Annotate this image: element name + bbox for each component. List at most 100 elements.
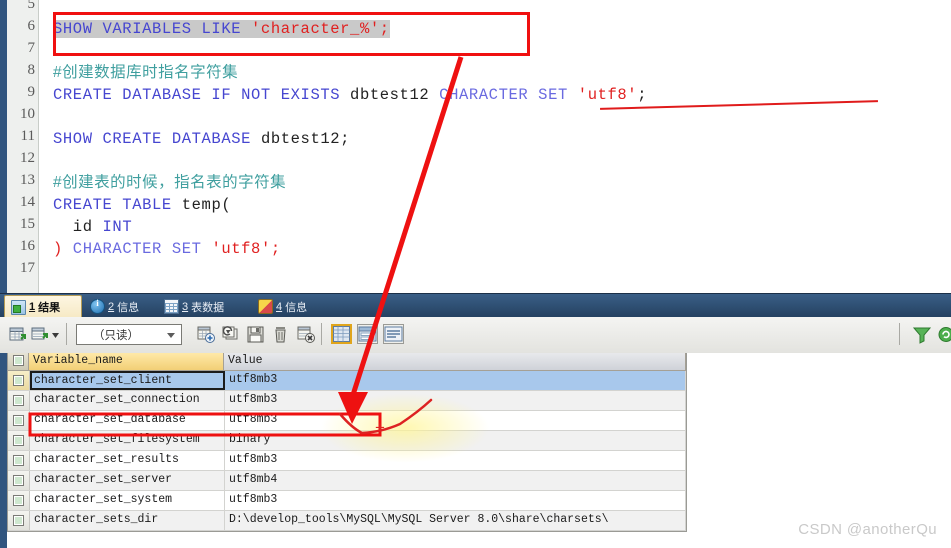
add-row-icon[interactable] [196,325,216,344]
cell-value[interactable]: utf8mb4 [225,471,686,490]
highlight-glow [320,393,490,463]
code-token: CHARACTER SET [62,240,212,258]
cell-value[interactable]: D:\develop_tools\MySQL\MySQL Server 8.0\… [225,511,686,530]
row-select-cell[interactable] [8,371,30,390]
cell-variable-name[interactable]: character_set_connection [30,391,225,410]
edit-mode-select[interactable]: （只读） [76,324,182,345]
code-line[interactable]: CREATE TABLE temp( [53,194,231,216]
table-row[interactable]: character_set_system utf8mb3 [8,491,686,511]
grid-header-variable_name[interactable]: Variable_name [29,353,224,370]
code-line[interactable]: CREATE DATABASE IF NOT EXISTS dbtest12 C… [53,84,647,106]
row-select-cell[interactable] [8,391,30,410]
grid-left-accent-bar [0,353,7,548]
result-data-grid[interactable]: Variable_name Value character_set_client ut… [0,353,951,548]
tab-table-data[interactable]: 3 表数据 [158,295,250,318]
cell-variable-name[interactable]: character_set_client [30,371,225,390]
line-number-gutter: 5 6 7 8 9 10 11 12 13 14 15 16 17 [7,0,39,293]
red-highlight-box-statement [53,12,530,56]
cell-value[interactable]: utf8mb3 [225,371,686,390]
row-checkbox[interactable] [13,515,24,526]
tab-label: 结果 [38,302,61,314]
table-row[interactable]: character_set_results utf8mb3 [8,451,686,471]
grid-view-icon[interactable] [331,324,352,344]
watermark-text: CSDN @anotherQu [798,521,937,538]
cell-variable-name[interactable]: character_set_results [30,451,225,470]
cell-variable-name[interactable]: character_set_filesystem [30,431,225,450]
row-checkbox[interactable] [13,475,24,486]
tab-result-grid[interactable]: 1 结果 [4,295,82,318]
code-token: 'utf8' [577,86,638,104]
code-token: #创建表的时候，指名表的字符集 [53,174,287,191]
code-token: 'utf8' [211,240,271,258]
code-token: id [53,218,103,236]
tab-info-circle[interactable]: 2信息 [84,295,156,318]
code-token: temp( [181,196,232,214]
row-select-cell[interactable] [8,431,30,450]
table-row[interactable]: character_set_client utf8mb3 [8,371,686,391]
filter-funnel-icon[interactable] [912,325,932,344]
cell-variable-name[interactable]: character_set_server [30,471,225,490]
toolbar-separator-2 [321,323,322,345]
tab-number: 1 [29,301,36,313]
form-view-icon[interactable] [357,324,378,344]
row-checkbox[interactable] [13,435,24,446]
info-circle-icon [90,298,105,314]
toolbar-separator-3 [899,323,900,345]
line-number: 16 [20,238,35,254]
tab-number: 3 [182,300,189,313]
refresh-icon[interactable] [938,325,951,344]
text-view-icon[interactable] [383,324,404,344]
line-number: 13 [20,172,35,188]
code-token: SHOW CREATE DATABASE [53,130,261,148]
row-select-cell[interactable] [8,511,30,530]
grid-toolbar[interactable]: （只读） [0,317,951,354]
sql-editor[interactable]: 5 6 7 8 9 10 11 12 13 14 15 16 17 SHOW VARIABLES LIK… [0,0,951,293]
row-select-cell[interactable] [8,491,30,510]
row-checkbox[interactable] [13,455,24,466]
row-checkbox[interactable] [13,395,24,406]
row-select-cell[interactable] [8,411,30,430]
row-checkbox[interactable] [13,415,24,426]
tab-label: 表数据 [191,301,225,314]
line-number: 9 [27,84,36,100]
code-line[interactable]: #创建数据库时指名字符集 [53,62,238,84]
select-all-header-cell[interactable] [8,353,29,370]
table-row[interactable]: character_sets_dir D:\develop_tools\MySQL… [8,511,686,531]
select-all-checkbox[interactable] [13,355,24,366]
tab-profile-info[interactable]: 4 信息 [252,295,324,318]
row-checkbox[interactable] [13,375,24,386]
code-line[interactable]: #创建表的时候，指名表的字符集 [53,172,286,194]
line-number: 15 [20,216,35,232]
tab-number: 4 [276,300,283,313]
save-row-icon[interactable] [246,325,266,344]
cancel-edit-icon[interactable] [296,325,316,344]
cell-variable-name[interactable]: character_set_database [30,411,225,430]
cell-variable-name[interactable]: character_sets_dir [30,511,225,530]
tab-number: 2 [108,300,115,313]
row-select-cell[interactable] [8,471,30,490]
duplicate-record-icon[interactable] [31,325,51,344]
row-checkbox[interactable] [13,495,24,506]
code-token: dbtest12; [260,130,351,148]
result-tab-bar[interactable]: 1结果2信息3表数据4信息 [0,293,951,318]
dropdown-arrow-icon[interactable] [50,325,61,344]
chevron-down-icon [167,333,175,338]
line-number: 14 [20,194,35,210]
insert-record-icon[interactable] [8,325,28,344]
code-line[interactable]: id INT [53,216,132,238]
row-select-cell[interactable] [8,451,30,470]
code-token: #创建数据库时指名字符集 [53,64,239,81]
table-row[interactable]: character_set_server utf8mb4 [8,471,686,491]
line-number: 5 [27,0,36,12]
cell-value[interactable]: utf8mb3 [225,491,686,510]
code-line[interactable]: SHOW CREATE DATABASE dbtest12; [53,128,350,150]
grid-header-value[interactable]: Value [224,353,686,370]
cell-variable-name[interactable]: character_set_system [30,491,225,510]
code-token: ; [637,86,648,104]
code-line[interactable]: ) CHARACTER SET 'utf8'; [53,238,281,260]
delete-row-icon[interactable] [271,325,291,344]
tab-label: 信息 [285,301,308,314]
revert-row-icon[interactable] [221,325,241,344]
screenshot-root: 5 6 7 8 9 10 11 12 13 14 15 16 17 SHOW VARIABLES LIK… [0,0,951,548]
line-number: 12 [20,150,35,166]
